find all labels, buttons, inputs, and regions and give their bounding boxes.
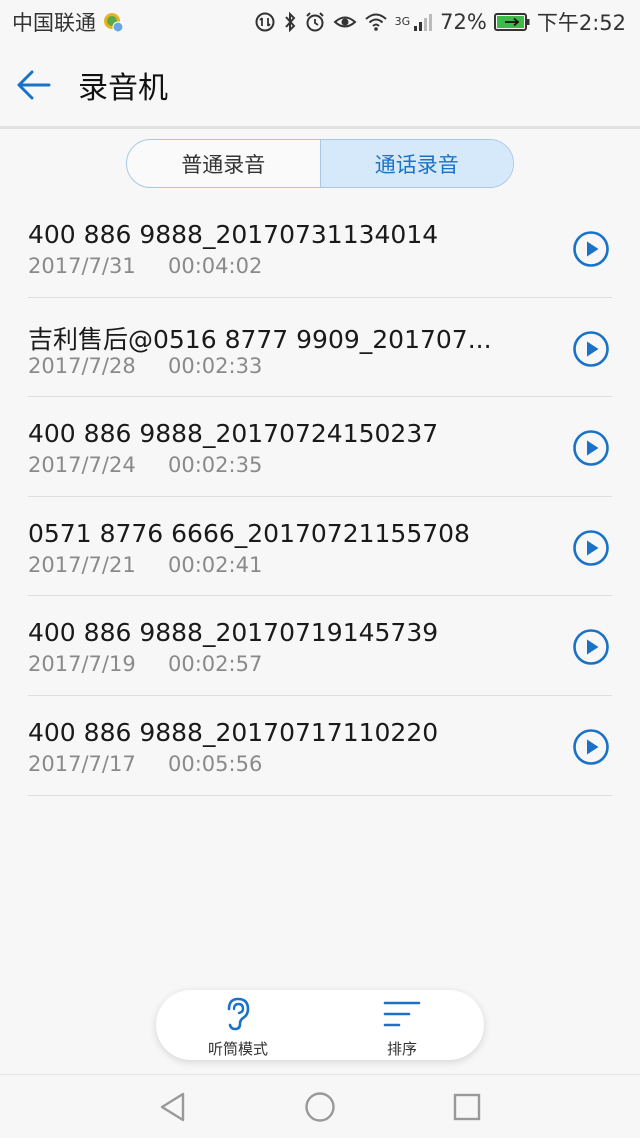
tab-call-recording[interactable]: 通话录音 — [320, 140, 513, 187]
recording-duration: 00:04:02 — [168, 254, 263, 278]
battery-percent: 72% — [440, 10, 487, 34]
recording-date: 2017/7/17 — [28, 751, 136, 776]
circle-home-icon — [305, 1091, 335, 1122]
recording-name: 吉利售后@0516 8777 9909_201707... — [28, 324, 492, 354]
recording-duration: 00:02:35 — [168, 453, 263, 478]
carrier-badge-icon — [102, 11, 124, 33]
play-button[interactable] — [572, 230, 610, 268]
list-item[interactable]: 吉利售后@0516 8777 9909_201707... 2017/7/28 … — [28, 298, 612, 398]
list-item[interactable]: 400 886 9888_20170719145739 2017/7/19 00… — [28, 596, 612, 696]
play-button[interactable] — [572, 728, 610, 766]
recording-name: 400 886 9888_20170717110220 — [28, 717, 439, 747]
earpiece-mode-button[interactable]: 听筒模式 — [156, 990, 320, 1060]
bottom-toolbar: 听筒模式 排序 — [156, 990, 484, 1060]
recording-duration: 00:02:33 — [168, 353, 263, 378]
recording-meta: 2017/7/31 00:04:02 — [28, 254, 262, 278]
recording-name: 400 886 9888_20170724150237 — [28, 419, 439, 449]
recording-duration: 00:02:57 — [168, 652, 263, 677]
list-item[interactable]: 0571 8776 6666_20170721155708 2017/7/21 … — [28, 497, 612, 597]
app-bar-divider — [0, 126, 640, 129]
sort-icon — [383, 996, 421, 1032]
square-recents-icon — [453, 1093, 480, 1120]
battery-icon — [493, 12, 530, 32]
recording-meta: 2017/7/17 00:05:56 — [28, 752, 262, 776]
carrier-name: 中国联通 — [12, 11, 96, 35]
system-nav-bar — [0, 1074, 640, 1138]
nav-home-button[interactable] — [290, 1077, 350, 1137]
alarm-icon — [304, 11, 326, 33]
play-button[interactable] — [572, 429, 610, 467]
recording-meta: 2017/7/21 00:02:41 — [28, 553, 262, 577]
recording-list: 400 886 9888_20170731134014 2017/7/31 00… — [28, 198, 612, 796]
sort-button[interactable]: 排序 — [320, 990, 484, 1060]
play-button[interactable] — [572, 529, 610, 567]
list-item[interactable]: 400 886 9888_20170724150237 2017/7/24 00… — [28, 397, 612, 497]
recording-meta: 2017/7/24 00:02:35 — [28, 453, 262, 477]
recording-date: 2017/7/21 — [28, 552, 136, 577]
sort-label: 排序 — [386, 1040, 417, 1058]
play-icon — [573, 629, 609, 666]
back-button[interactable] — [4, 55, 64, 115]
signal-icon — [413, 12, 433, 32]
recording-meta: 2017/7/19 00:02:57 — [28, 652, 262, 676]
play-button[interactable] — [572, 330, 610, 368]
app-bar: 录音机 — [0, 44, 640, 126]
status-bar-right: 3G 72% 下午2:52 — [254, 7, 626, 37]
data-saver-icon — [254, 11, 276, 33]
recording-type-tabs: 普通录音 通话录音 — [126, 139, 514, 188]
recording-name: 400 886 9888_20170719145739 — [28, 618, 439, 648]
arrow-left-icon — [17, 70, 51, 100]
recording-date: 2017/7/28 — [28, 353, 136, 378]
recording-meta: 2017/7/28 00:02:33 — [28, 354, 262, 378]
recording-duration: 00:05:56 — [168, 751, 263, 776]
recording-name: 0571 8776 6666_20170721155708 — [28, 518, 470, 548]
play-icon — [573, 729, 609, 765]
play-button[interactable] — [572, 628, 610, 666]
clock: 下午2:52 — [536, 11, 626, 35]
triangle-back-icon — [161, 1092, 185, 1121]
recording-date: 2017/7/24 — [28, 453, 136, 478]
wifi-icon — [364, 12, 388, 32]
recording-date: 2017/7/19 — [28, 652, 136, 677]
recording-date: 2017/7/31 — [28, 254, 136, 278]
recording-duration: 00:02:41 — [168, 552, 263, 577]
nav-recents-button[interactable] — [437, 1077, 497, 1137]
status-bar: 中国联通 3G 72% 下午2:52 — [0, 0, 640, 44]
nav-back-button[interactable] — [143, 1077, 203, 1137]
list-item[interactable]: 400 886 9888_20170731134014 2017/7/31 00… — [28, 198, 612, 298]
network-type: 3G — [394, 15, 411, 28]
play-icon — [573, 430, 609, 466]
ear-icon — [223, 996, 253, 1032]
play-icon — [573, 330, 609, 367]
status-bar-left: 中国联通 — [12, 7, 124, 37]
earpiece-mode-label: 听筒模式 — [207, 1040, 268, 1058]
list-item[interactable]: 400 886 9888_20170717110220 2017/7/17 00… — [28, 696, 612, 796]
recording-name: 400 886 9888_20170731134014 — [28, 220, 439, 249]
page-title: 录音机 — [78, 71, 168, 106]
play-icon — [573, 231, 609, 267]
eye-icon — [333, 11, 357, 33]
bluetooth-icon — [283, 11, 297, 33]
tab-normal-recording[interactable]: 普通录音 — [127, 140, 321, 187]
play-icon — [573, 529, 609, 566]
